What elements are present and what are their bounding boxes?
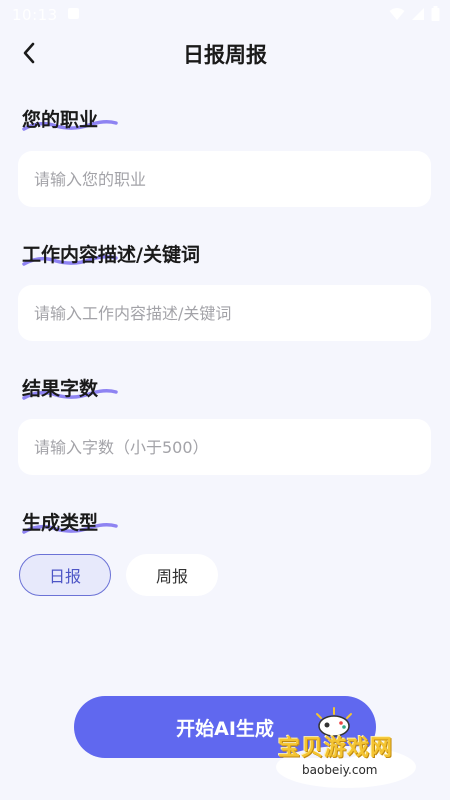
header: 日报周报	[0, 28, 450, 76]
page-title: 日报周报	[183, 43, 267, 67]
notification-icon	[68, 8, 79, 19]
watermark-url: baobeiy.com	[302, 763, 378, 777]
work-input[interactable]	[18, 285, 431, 341]
type-option-daily[interactable]: 日报	[19, 554, 111, 596]
word-count-input[interactable]	[18, 419, 431, 475]
signal-icon	[412, 7, 424, 20]
type-option-weekly[interactable]: 周报	[126, 554, 218, 596]
status-time: 10:13	[12, 6, 58, 24]
status-icons	[389, 6, 440, 21]
wifi-icon	[389, 7, 405, 20]
profession-label: 您的职业	[22, 109, 99, 131]
word-count-label: 结果字数	[22, 378, 99, 400]
work-label: 工作内容描述/关键词	[22, 244, 200, 266]
watermark-text: 宝贝游戏网	[278, 736, 394, 761]
type-label: 生成类型	[22, 512, 99, 534]
status-bar: 10:13	[0, 0, 450, 30]
battery-icon	[431, 6, 440, 21]
watermark-logo: 宝贝游戏网 baobeiy.com	[272, 706, 422, 788]
profession-input[interactable]	[18, 151, 431, 207]
